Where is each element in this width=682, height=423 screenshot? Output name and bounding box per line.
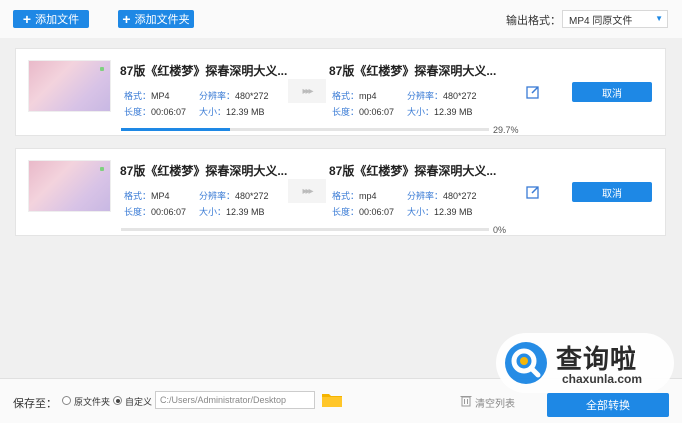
add-folder-label: 添加文件夹	[134, 14, 190, 26]
magnifier-logo-icon	[505, 342, 547, 384]
task-item: 87版《红楼梦》探春深明大义... 格式：MP4 分辨率：480*272 长度：…	[15, 148, 666, 236]
chevron-down-icon: ▼	[655, 14, 663, 23]
source-size: 大小：12.39 MB	[199, 107, 265, 117]
watermark-cn: 查询啦	[556, 344, 638, 374]
progress-percent: 29.7%	[493, 125, 519, 135]
cancel-button[interactable]: 取消	[572, 82, 652, 102]
output-resolution: 分辨率：480*272	[407, 91, 477, 101]
radio-custom[interactable]	[113, 396, 122, 405]
source-filename: 87版《红楼梦》探春深明大义...	[120, 64, 288, 78]
output-format-label: 输出格式：	[506, 15, 561, 27]
add-file-button[interactable]: + 添加文件	[13, 10, 89, 28]
source-format: 格式：MP4	[124, 191, 170, 201]
progress-bar	[121, 228, 489, 231]
video-thumbnail	[28, 60, 111, 112]
arrow-right-icon: ▸▸▸	[288, 179, 326, 203]
source-length: 长度：00:06:07	[124, 207, 187, 217]
output-size: 大小：12.39 MB	[407, 107, 473, 117]
task-list: 87版《红楼梦》探春深明大义... 格式：MP4 分辨率：480*272 长度：…	[0, 38, 682, 378]
output-format: 格式：mp4	[332, 91, 377, 101]
top-toolbar: + 添加文件 + 添加文件夹 输出格式： MP4 同原文件 ▼	[0, 0, 682, 38]
output-format-value: MP4 同原文件	[569, 15, 633, 27]
output-size: 大小：12.39 MB	[407, 207, 473, 217]
watermark-en: chaxunla.com	[562, 372, 643, 386]
save-to-label: 保存至：	[13, 398, 57, 410]
output-length: 长度：00:06:07	[332, 207, 395, 217]
source-format: 格式：MP4	[124, 91, 170, 101]
output-filename: 87版《红楼梦》探春深明大义...	[329, 164, 497, 178]
task-item: 87版《红楼梦》探春深明大义... 格式：MP4 分辨率：480*272 长度：…	[15, 48, 666, 136]
video-thumbnail	[28, 160, 111, 212]
source-size: 大小：12.39 MB	[199, 207, 265, 217]
watermark: 查询啦 chaxunla.com	[496, 333, 674, 393]
output-filename: 87版《红楼梦》探春深明大义...	[329, 64, 497, 78]
output-length: 长度：00:06:07	[332, 107, 395, 117]
convert-all-button[interactable]: 全部转换	[547, 393, 669, 417]
plus-icon: +	[22, 11, 32, 27]
progress-percent: 0%	[493, 225, 507, 235]
output-resolution: 分辨率：480*272	[407, 191, 477, 201]
progress-fill	[121, 128, 231, 131]
add-folder-button[interactable]: + 添加文件夹	[118, 10, 194, 28]
arrow-right-icon: ▸▸▸	[288, 79, 326, 103]
plus-icon: +	[122, 11, 131, 27]
radio-custom-label: 自定义	[125, 397, 153, 407]
edit-icon[interactable]	[526, 85, 540, 99]
radio-original-folder[interactable]	[62, 396, 71, 405]
clear-list-button[interactable]: 清空列表	[475, 395, 515, 410]
radio-original-folder-label: 原文件夹	[74, 397, 111, 407]
folder-icon[interactable]	[321, 391, 343, 408]
source-resolution: 分辨率：480*272	[199, 91, 269, 101]
trash-icon[interactable]	[460, 394, 472, 407]
source-length: 长度：00:06:07	[124, 107, 187, 117]
output-format-select[interactable]: MP4 同原文件 ▼	[562, 10, 668, 28]
cancel-button[interactable]: 取消	[572, 182, 652, 202]
progress-bar	[121, 128, 489, 131]
source-filename: 87版《红楼梦》探春深明大义...	[120, 164, 288, 178]
add-file-label: 添加文件	[35, 14, 80, 26]
output-format: 格式：mp4	[332, 191, 377, 201]
edit-icon[interactable]	[526, 185, 540, 199]
save-path-input[interactable]	[155, 391, 315, 409]
source-resolution: 分辨率：480*272	[199, 191, 269, 201]
